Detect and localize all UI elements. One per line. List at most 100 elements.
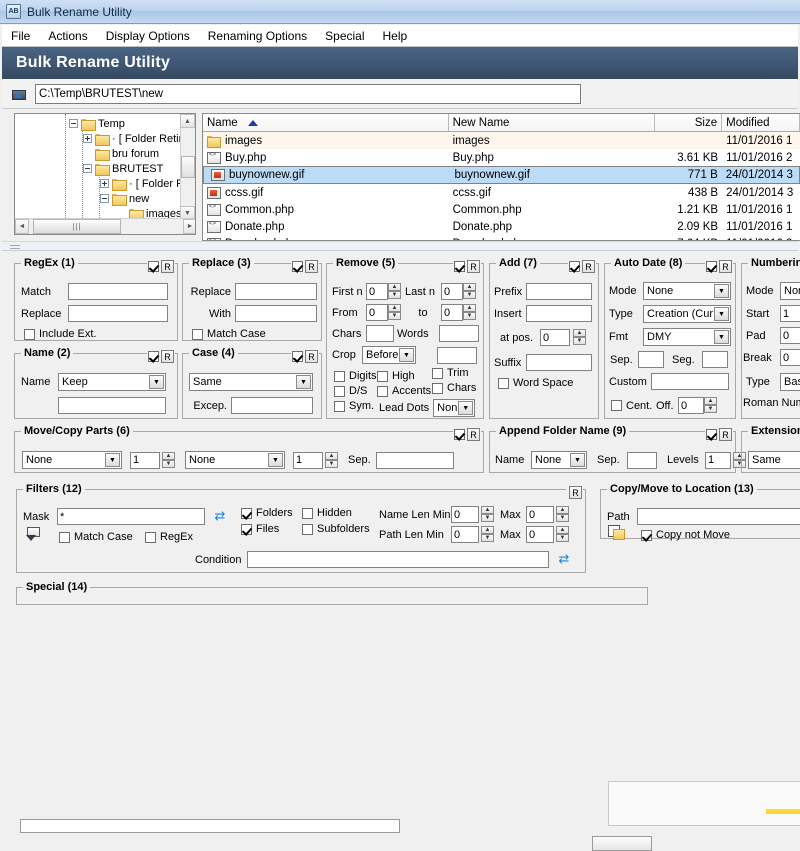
menu-item-display-options[interactable]: Display Options [97,27,199,45]
file-list[interactable]: Name New Name Size Modified images image… [202,113,800,241]
move-copy-count1-stepper[interactable]: ▲ ▼ [162,451,175,469]
table-row[interactable]: Common.php Common.php 1.21 KB 11/01/2016… [203,201,800,218]
filters-hidden-checkbox[interactable] [302,507,313,519]
auto-date-seg-input[interactable] [702,351,728,368]
path-input[interactable] [35,83,581,104]
column-header-name[interactable]: Name [203,114,449,131]
extension-mode-select[interactable]: Same [748,451,800,469]
move-copy-enable-checkbox[interactable] [454,429,465,440]
column-header-new-name[interactable]: New Name [448,114,656,131]
chevron-down-icon[interactable]: ▼ [149,375,164,389]
append-folder-reset-button[interactable]: R [719,428,732,441]
filters-name-len-min-input[interactable] [451,506,479,523]
add-suffix-input[interactable] [526,354,592,371]
auto-date-reset-button[interactable]: R [719,260,732,273]
auto-date-off-stepper[interactable]: ▲ ▼ [704,397,717,414]
replace-enable-checkbox[interactable] [292,261,303,272]
auto-date-fmt-select[interactable]: DMY ▼ [643,328,731,346]
filters-name-len-min-stepper[interactable]: ▲ ▼ [481,506,494,523]
numbering-break-input[interactable] [780,349,800,366]
move-copy-count2-stepper[interactable]: ▲ ▼ [325,451,338,469]
table-row[interactable]: ccss.gif ccss.gif 438 B 24/01/2014 3 [203,184,800,201]
remove-last-n-stepper[interactable]: ▲ ▼ [463,283,476,300]
move-copy-part1-select[interactable]: None ▼ [22,451,122,469]
remove-first-n-input[interactable] [366,283,388,300]
chevron-down-icon[interactable]: ▼ [714,307,729,321]
scroll-up-icon[interactable]: ▲ [180,114,195,128]
filters-subfolders-checkbox[interactable] [302,523,313,535]
replace-match-case-checkbox[interactable] [192,328,203,340]
auto-date-cent-checkbox[interactable] [611,400,622,411]
case-mode-select[interactable]: Same ▼ [189,373,313,391]
remove-chars-checkbox[interactable] [432,382,443,394]
replace-input[interactable] [235,283,317,300]
move-copy-sep-input[interactable] [376,451,454,469]
bottom-input[interactable] [20,819,400,833]
column-header-modified[interactable]: Modified [722,114,800,131]
chevron-down-icon[interactable]: ▼ [105,453,120,467]
add-reset-button[interactable]: R [582,260,595,273]
remove-to-input[interactable] [441,304,463,321]
remove-first-n-stepper[interactable]: ▲ ▼ [388,283,401,300]
tree-vertical-scrollbar[interactable]: ▲ ▼ [180,114,195,220]
remove-sym-checkbox[interactable] [334,400,345,412]
table-row[interactable]: buynownew.gif buynownew.gif 771 B 24/01/… [203,166,800,184]
remove-chars-input[interactable] [366,325,394,342]
name-mode-select[interactable]: Keep ▼ [58,373,166,391]
menu-item-help[interactable]: Help [374,27,417,45]
remove-to-stepper[interactable]: ▲ ▼ [463,304,476,321]
remove-enable-checkbox[interactable] [454,261,465,272]
auto-date-mode-select[interactable]: None ▼ [643,282,731,300]
filters-name-len-max-input[interactable] [526,506,554,523]
refresh-icon[interactable]: ⇄ [213,510,227,523]
tree-expander-icon[interactable] [100,194,109,203]
menu-item-renaming-options[interactable]: Renaming Options [199,27,316,45]
replace-with-input[interactable] [235,305,317,322]
folder-up-icon[interactable] [12,87,28,101]
remove-ds-checkbox[interactable] [334,385,345,397]
tree-expander-icon[interactable] [100,179,109,188]
case-reset-button[interactable]: R [305,350,318,363]
remove-lead-dots-select[interactable]: Non ▼ [433,399,476,417]
menu-item-special[interactable]: Special [316,27,373,45]
refresh-icon[interactable]: ⇄ [557,553,571,566]
case-excep-input[interactable] [231,397,313,414]
move-copy-reset-button[interactable]: R [467,428,480,441]
numbering-type-select[interactable]: Base [780,373,800,391]
filters-path-len-min-stepper[interactable]: ▲ ▼ [481,526,494,543]
menu-item-file[interactable]: File [2,27,39,45]
tree-expander-icon[interactable] [83,164,92,173]
filters-regex-checkbox[interactable] [145,531,156,543]
append-folder-enable-checkbox[interactable] [706,429,717,440]
remove-last-n-input[interactable] [441,283,463,300]
filters-folders-checkbox[interactable] [241,507,252,519]
filter-icon[interactable] [25,527,40,542]
auto-date-off-input[interactable] [678,397,704,414]
filters-path-len-max-input[interactable] [526,526,554,543]
remove-trim-checkbox[interactable] [432,367,443,379]
numbering-start-input[interactable] [780,305,800,322]
table-row[interactable]: Donate.php Donate.php 2.09 KB 11/01/2016… [203,218,800,235]
chevron-down-icon[interactable]: ▼ [570,453,585,467]
remove-accents-checkbox[interactable] [377,385,388,397]
regex-enable-checkbox[interactable] [148,261,159,272]
tree-horizontal-scrollbar[interactable]: ◄ ||| ► [15,218,195,234]
remove-reset-button[interactable]: R [467,260,480,273]
numbering-pad-input[interactable] [780,327,800,344]
filters-mask-input[interactable] [57,508,205,525]
chevron-down-icon[interactable]: ▼ [399,348,414,362]
scrollbar-thumb[interactable] [181,156,195,178]
filters-condition-input[interactable] [247,551,549,568]
numbering-mode-select[interactable]: None [780,282,800,300]
remove-from-input[interactable] [366,304,388,321]
remove-digits-checkbox[interactable] [334,370,345,382]
column-header-size[interactable]: Size [655,114,723,131]
move-copy-count1-input[interactable] [130,451,160,469]
regex-replace-input[interactable] [68,305,168,322]
add-at-pos-stepper[interactable]: ▲ ▼ [573,329,586,346]
add-insert-input[interactable] [526,305,592,322]
append-folder-name-select[interactable]: None ▼ [531,451,587,469]
scrollbar-thumb[interactable]: ||| [33,219,121,234]
regex-include-ext-checkbox[interactable] [24,328,35,340]
add-enable-checkbox[interactable] [569,261,580,272]
